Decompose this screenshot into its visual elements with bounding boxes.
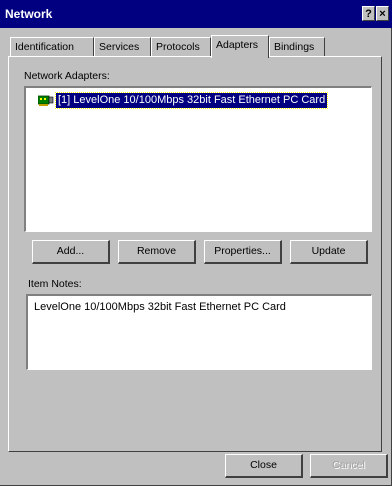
- cancel-button: Cancel: [310, 454, 388, 478]
- list-item[interactable]: [1] LevelOne 10/100Mbps 32bit Fast Ether…: [38, 91, 329, 109]
- item-notes-box: LevelOne 10/100Mbps 32bit Fast Ethernet …: [26, 294, 372, 370]
- tab-services[interactable]: Services: [94, 37, 151, 56]
- network-adapter-icon: [38, 95, 54, 106]
- network-adapters-list[interactable]: [1] LevelOne 10/100Mbps 32bit Fast Ether…: [24, 86, 372, 232]
- add-button[interactable]: Add...: [32, 240, 110, 264]
- properties-button[interactable]: Properties...: [204, 240, 282, 264]
- item-notes-label: Item Notes:: [28, 278, 82, 290]
- tab-adapters[interactable]: Adapters: [211, 35, 269, 58]
- adapter-item-label: [1] LevelOne 10/100Mbps 32bit Fast Ether…: [54, 91, 329, 109]
- network-adapters-label: Network Adapters:: [24, 70, 110, 82]
- tab-identification[interactable]: Identification: [10, 37, 94, 56]
- network-dialog: Network ? × Identification Services Prot…: [0, 0, 392, 486]
- close-icon[interactable]: ×: [376, 6, 389, 21]
- remove-button[interactable]: Remove: [118, 240, 196, 264]
- window-title: Network: [5, 7, 53, 21]
- update-button[interactable]: Update: [290, 240, 368, 264]
- tab-protocols[interactable]: Protocols: [151, 37, 211, 56]
- close-button[interactable]: Close: [225, 454, 303, 478]
- tab-bindings[interactable]: Bindings: [269, 37, 325, 56]
- help-button[interactable]: ?: [362, 6, 375, 21]
- title-bar[interactable]: Network ? ×: [0, 0, 392, 28]
